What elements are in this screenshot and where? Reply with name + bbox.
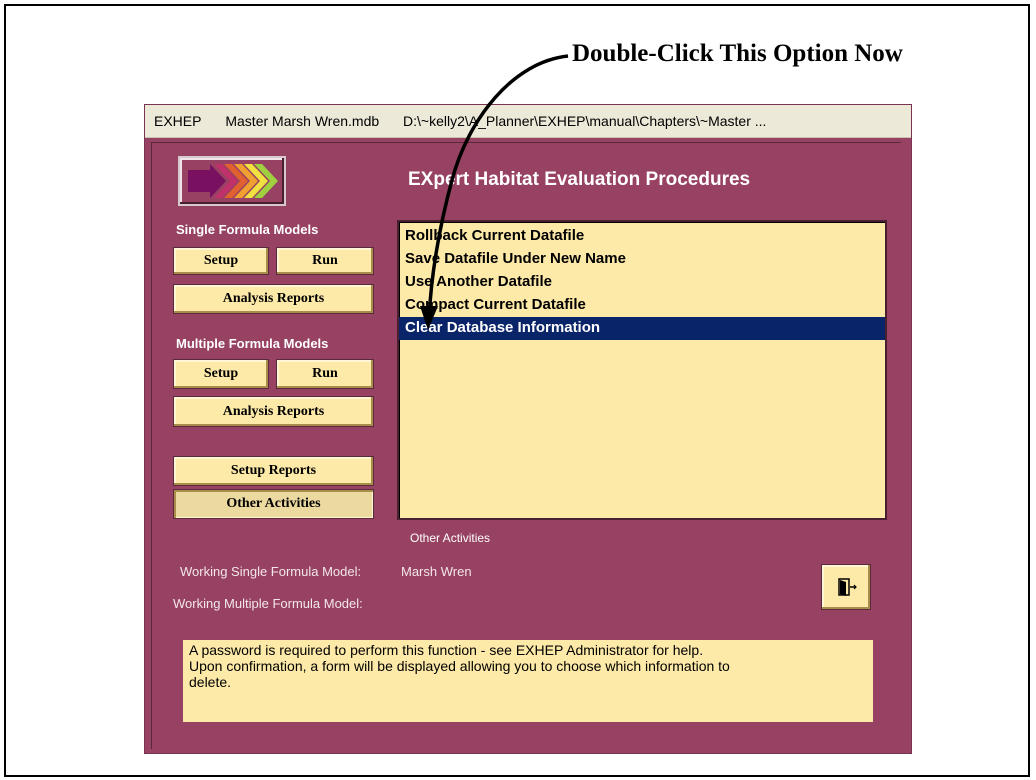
chevron-arrows-logo (178, 156, 286, 206)
single-formula-label: Single Formula Models (176, 222, 319, 237)
multiple-run-button[interactable]: Run (276, 359, 374, 389)
multiple-formula-label: Multiple Formula Models (176, 336, 329, 351)
single-analysis-reports-button[interactable]: Analysis Reports (173, 284, 374, 314)
title-file-path: D:\~kelly2\A_Planner\EXHEP\manual\Chapte… (403, 113, 767, 129)
instruction-annotation: Double-Click This Option Now (572, 40, 903, 67)
multiple-analysis-reports-button[interactable]: Analysis Reports (173, 396, 374, 427)
chevron-arrows-icon (188, 164, 278, 198)
title-db-name: Master Marsh Wren.mdb (225, 113, 380, 129)
working-single-value: Marsh Wren (401, 564, 472, 579)
window-titlebar[interactable]: EXHEP Master Marsh Wren.mdb D:\~kelly2\A… (145, 105, 911, 138)
list-item-rollback[interactable]: Rollback Current Datafile (399, 225, 885, 248)
exit-door-icon (838, 578, 857, 596)
other-activities-button[interactable]: Other Activities (173, 489, 374, 519)
status-message-box: A password is required to perform this f… (183, 640, 873, 722)
title-app-name: EXHEP (154, 113, 202, 129)
exit-button[interactable] (821, 564, 871, 610)
message-line: delete. (189, 674, 232, 690)
app-title: EXpert Habitat Evaluation Procedures (408, 169, 751, 190)
list-item-save-as[interactable]: Save Datafile Under New Name (399, 248, 885, 271)
listbox-caption: Other Activities (410, 531, 491, 545)
list-item-use-another[interactable]: Use Another Datafile (399, 271, 885, 294)
list-item-clear-database[interactable]: Clear Database Information (399, 317, 885, 340)
working-multiple-label: Working Multiple Formula Model: (173, 596, 363, 611)
list-item-compact[interactable]: Compact Current Datafile (399, 294, 885, 317)
setup-reports-button[interactable]: Setup Reports (173, 456, 374, 486)
single-run-button[interactable]: Run (276, 247, 374, 275)
single-setup-button[interactable]: Setup (173, 247, 269, 275)
message-line: A password is required to perform this f… (189, 642, 704, 658)
activities-listbox[interactable]: Rollback Current Datafile Save Datafile … (397, 220, 887, 520)
multiple-setup-button[interactable]: Setup (173, 359, 269, 389)
message-line: Upon confirmation, a form will be displa… (189, 658, 730, 674)
working-single-label: Working Single Formula Model: (180, 564, 362, 579)
